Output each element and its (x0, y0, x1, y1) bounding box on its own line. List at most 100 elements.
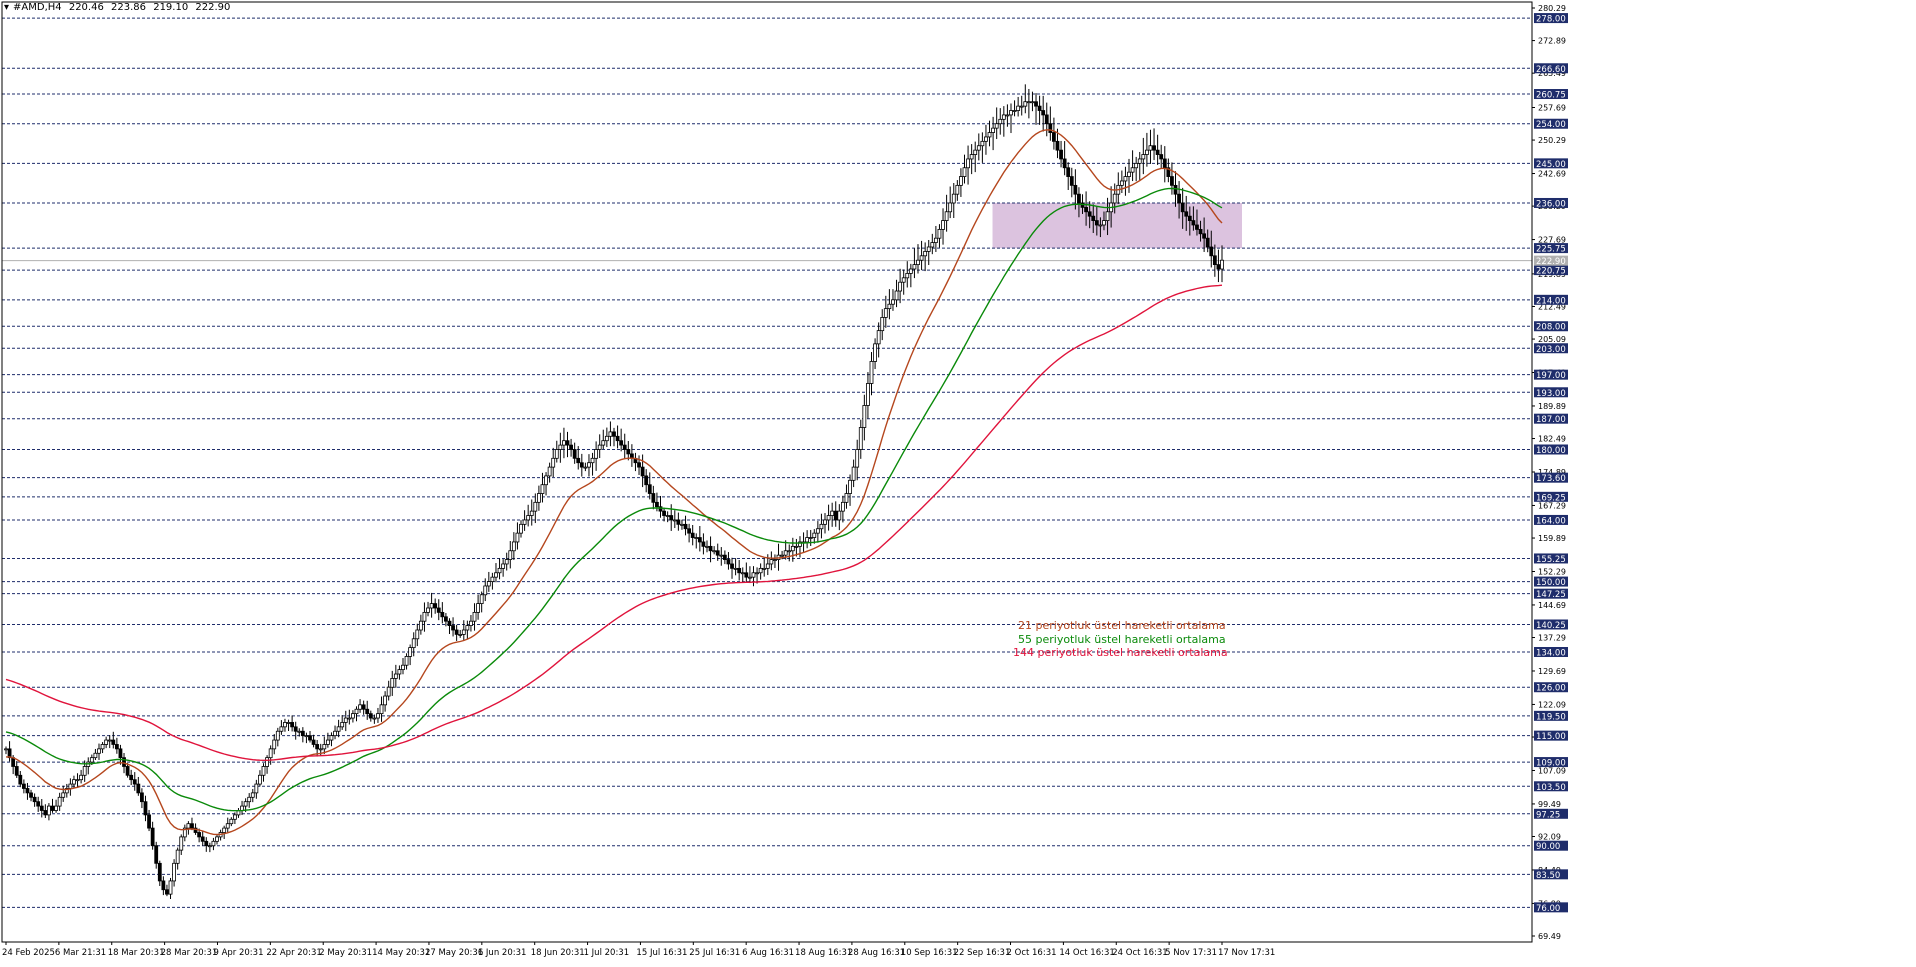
candle-body (905, 273, 910, 279)
candle-body (998, 118, 1003, 125)
candle-body (862, 405, 867, 428)
candle-body (1084, 206, 1088, 213)
candle-body (1202, 233, 1207, 239)
candle-body (157, 862, 162, 882)
candle-body (962, 167, 967, 177)
candle-body (705, 545, 709, 548)
candle-body (1198, 228, 1203, 235)
candle-body (365, 708, 370, 715)
time-label: 18 Aug 16:31 (795, 948, 852, 958)
candle-body (522, 519, 527, 525)
candle-body (715, 550, 720, 556)
candle-body (247, 796, 252, 803)
candle-body (1052, 132, 1056, 142)
candle-body (100, 744, 105, 750)
ema144-line (5, 284, 1223, 761)
time-label: 10 Sep 16:31 (901, 948, 958, 958)
candle-body (669, 515, 674, 521)
candle-body (930, 242, 935, 248)
candle-body (243, 801, 248, 807)
candle-body (562, 440, 566, 446)
candle-body (883, 308, 888, 318)
time-label: 22 Sep 16:31 (954, 948, 1011, 958)
candle-body (991, 127, 996, 133)
candle-body (765, 563, 770, 569)
candle-body (926, 246, 931, 252)
chart-canvas[interactable]: 280.29272.89265.49257.69250.29242.69235.… (0, 0, 1916, 963)
candle-body (222, 827, 227, 833)
candle-body (726, 559, 731, 565)
candle-body (923, 251, 928, 257)
candle-body (794, 545, 799, 548)
candle-body (14, 766, 19, 776)
price-chart[interactable]: 280.29272.89265.49257.69250.29242.69235.… (0, 0, 1916, 963)
candle-body (1209, 246, 1214, 257)
candle-body (898, 281, 903, 292)
candle-body (311, 739, 316, 745)
high-value: 223.86 (111, 2, 147, 13)
low-value: 219.10 (153, 2, 189, 13)
candle-body (976, 145, 981, 151)
candle-body (254, 783, 259, 794)
candle-body (75, 779, 80, 782)
candle-body (426, 607, 430, 613)
candle-body (154, 845, 159, 864)
price-tick-label: 272.89 (1538, 37, 1566, 46)
candle-body (529, 510, 534, 516)
open-value: 220.46 (68, 2, 104, 13)
candle-body (197, 832, 202, 838)
level-label: 225.75 (1536, 245, 1566, 255)
candle-body (1062, 158, 1067, 169)
candle-body (1019, 105, 1024, 108)
close-value: 222.90 (195, 2, 231, 13)
candle-body (479, 594, 484, 604)
level-label: 109.00 (1536, 759, 1566, 769)
candle-body (1016, 105, 1021, 111)
candle-body (61, 792, 66, 798)
candle-body (1134, 162, 1139, 169)
candle-body (1098, 224, 1103, 227)
price-tick-label: 69.49 (1538, 932, 1561, 941)
candle-body (358, 704, 362, 710)
level-label: 208.00 (1536, 323, 1566, 333)
candle-body (762, 567, 767, 570)
candle-body (984, 136, 988, 142)
candle-body (737, 567, 742, 574)
candle-body (47, 805, 51, 816)
dropdown-arrow-icon[interactable]: ▾ (4, 2, 9, 13)
candle-body (175, 849, 180, 864)
candle-body (601, 440, 606, 446)
candle-body (680, 523, 684, 526)
candle-body (1152, 145, 1156, 151)
candle-body (665, 515, 670, 517)
candle-body (211, 840, 216, 847)
candle-body (272, 739, 277, 750)
candle-body (819, 523, 824, 530)
candle-body (347, 717, 352, 720)
candle-body (533, 501, 538, 512)
candle-body (733, 567, 738, 570)
candle-body (1073, 184, 1078, 195)
candle-body (118, 748, 123, 759)
candle-body (815, 528, 820, 534)
candle-body (469, 620, 473, 626)
candle-body (526, 515, 531, 521)
legend-ema21: 21 periyotluk üstel hareketli ortalama (1018, 619, 1226, 632)
candle-body (662, 510, 666, 516)
price-tick-label: 280.29 (1538, 4, 1566, 13)
candle-body (565, 440, 570, 446)
candle-body (751, 572, 756, 578)
candle-body (436, 607, 441, 613)
candle-body (143, 801, 148, 816)
candle-body (866, 383, 870, 406)
candle-body (640, 466, 645, 477)
level-label: 83.50 (1536, 871, 1560, 881)
candle-body (82, 766, 87, 776)
candle-body (490, 576, 495, 582)
candle-body (54, 805, 58, 811)
candle-body (569, 444, 573, 450)
candle-body (894, 290, 899, 301)
candle-body (1187, 215, 1192, 221)
candle-body (576, 457, 581, 464)
candle-body (225, 823, 230, 829)
